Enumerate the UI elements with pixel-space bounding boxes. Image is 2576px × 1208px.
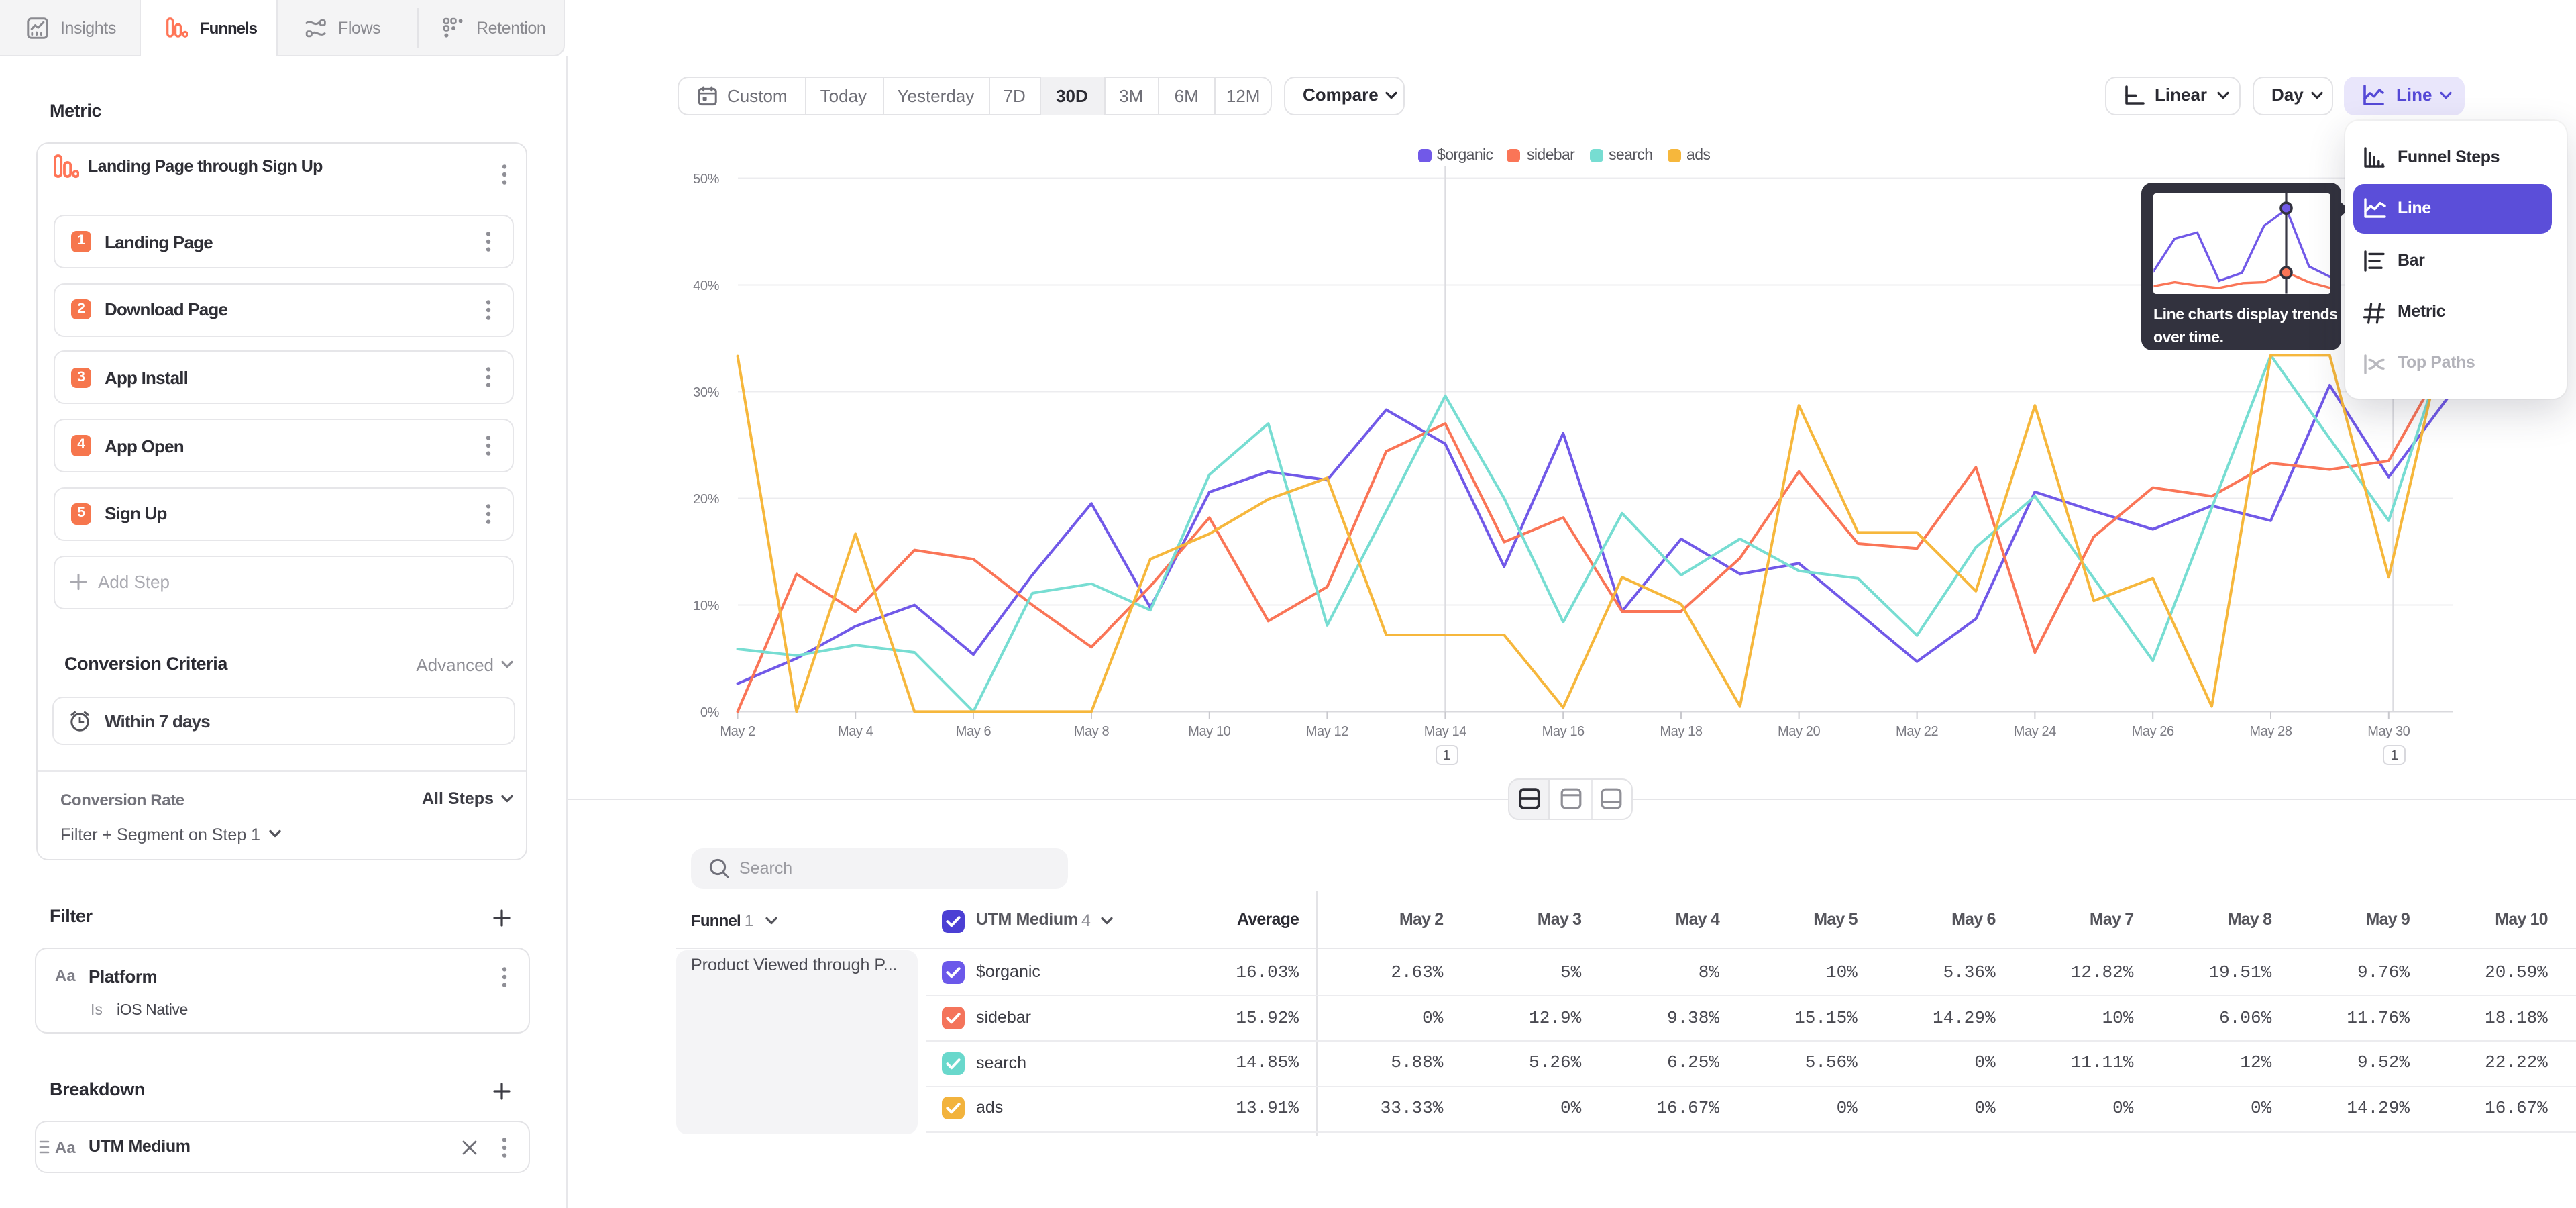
svg-text:May 8: May 8: [1074, 724, 1110, 739]
svg-text:May 12: May 12: [1306, 724, 1348, 739]
svg-text:May 16: May 16: [1542, 724, 1585, 739]
svg-text:May 14: May 14: [1424, 724, 1466, 739]
svg-text:10%: 10%: [693, 599, 719, 613]
svg-text:20%: 20%: [693, 492, 719, 507]
svg-text:May 30: May 30: [2367, 724, 2410, 739]
svg-text:May 2: May 2: [720, 724, 755, 739]
svg-text:May 28: May 28: [2249, 724, 2292, 739]
svg-text:May 4: May 4: [838, 724, 873, 739]
svg-text:0%: 0%: [700, 705, 720, 720]
svg-text:May 20: May 20: [1778, 724, 1820, 739]
svg-text:May 22: May 22: [1896, 724, 1938, 739]
svg-text:May 10: May 10: [1188, 724, 1230, 739]
svg-text:May 24: May 24: [2014, 724, 2056, 739]
svg-text:May 18: May 18: [1660, 724, 1702, 739]
svg-text:May 26: May 26: [2132, 724, 2174, 739]
svg-text:May 6: May 6: [956, 724, 991, 739]
